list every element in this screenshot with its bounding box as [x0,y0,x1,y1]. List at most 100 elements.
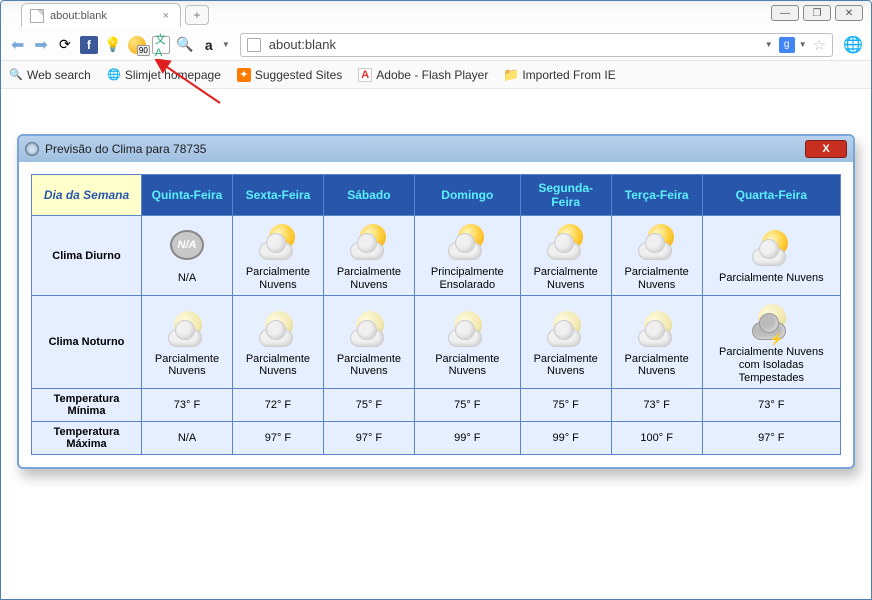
bookmark-label: Adobe - Flash Player [376,68,488,82]
temp-cell: 73° F [702,389,840,422]
folder-icon: 📁 [504,68,518,82]
temp-cell: 72° F [232,389,323,422]
column-header-day: Sábado [323,175,414,216]
column-header-day: Sexta-Feira [232,175,323,216]
tab-close-button[interactable]: × [160,10,172,22]
forecast-cell: Parcialmente Nuvens [323,296,414,389]
night-cloudy-icon [348,311,390,349]
forecast-cell: Parcialmente Nuvens [232,296,323,389]
temp-cell: 75° F [323,389,414,422]
search-icon: 🔍 [9,68,23,82]
temp-cell: 97° F [702,422,840,455]
address-bar[interactable]: ▼ g ▼ ☆ [240,33,833,57]
window-close-button[interactable]: ✕ [835,5,863,21]
row-label: Clima Diurno [32,216,142,296]
page-icon [30,9,44,23]
forecast-cell: Parcialmente Nuvens [611,296,702,389]
popup-close-button[interactable]: X [805,140,847,158]
weather-badge: 90 [137,45,150,56]
weather-toolbar-button[interactable]: 90 [128,36,146,54]
lightbulb-icon[interactable]: 💡 [104,36,122,54]
temp-cell: 97° F [232,422,323,455]
forward-button[interactable]: ➡ [32,35,49,55]
bookmark-label: Slimjet homepage [125,68,221,82]
partly-cloudy-icon [257,224,299,262]
forecast-cell: Parcialmente Nuvens [142,296,233,389]
forecast-table: Dia da Semana Quinta-Feira Sexta-Feira S… [31,174,841,455]
address-input[interactable] [267,36,761,53]
forecast-cell: Principalmente Ensolarado [414,216,520,296]
temp-cell: 100° F [611,422,702,455]
forecast-cell: N/AN/A [142,216,233,296]
forecast-cell: Parcialmente Nuvens [414,296,520,389]
new-tab-button[interactable]: + [185,5,209,25]
popup-app-icon [25,142,39,156]
mostly-sunny-icon [446,224,488,262]
temp-cell: N/A [142,422,233,455]
temp-cell: 75° F [520,389,611,422]
bookmark-web-search[interactable]: 🔍 Web search [9,68,91,82]
column-header-day: Domingo [414,175,520,216]
row-label: Temperatura Máxima [32,422,142,455]
partly-cloudy-icon [750,230,792,268]
temp-cell: 75° F [414,389,520,422]
globe-icon: 🌐 [107,68,121,82]
na-icon: N/A [170,230,204,260]
row-label: Clima Noturno [32,296,142,389]
bookmark-suggested[interactable]: ✦ Suggested Sites [237,68,342,82]
translate-icon[interactable]: 文A [152,36,170,54]
bookmark-label: Suggested Sites [255,68,342,82]
row-temp-max: Temperatura Máxima N/A 97° F 97° F 99° F… [32,422,841,455]
weather-popup: Previsão do Clima para 78735 X Dia da Se… [17,134,855,469]
night-cloudy-icon [446,311,488,349]
zoom-icon[interactable]: 🔍 [176,36,194,54]
partly-cloudy-icon [348,224,390,262]
dropdown-icon[interactable]: ▼ [222,40,230,49]
facebook-icon[interactable]: f [80,36,98,54]
night-cloudy-icon [545,311,587,349]
partly-cloudy-icon [545,224,587,262]
forecast-cell: Parcialmente Nuvens [520,216,611,296]
partly-cloudy-icon [636,224,678,262]
back-button[interactable]: ⬅ [9,35,26,55]
column-header-day: Segunda-Feira [520,175,611,216]
column-header-day: Quarta-Feira [702,175,840,216]
night-cloudy-icon [636,311,678,349]
forecast-cell: Parcialmente Nuvens [520,296,611,389]
bookmark-star-icon[interactable]: ☆ [813,36,826,54]
suggested-icon: ✦ [237,68,251,82]
row-label: Temperatura Mínima [32,389,142,422]
temp-cell: 73° F [142,389,233,422]
temp-cell: 73° F [611,389,702,422]
column-header-day: Quinta-Feira [142,175,233,216]
bookmark-imported[interactable]: 📁 Imported From IE [504,68,615,82]
bookmark-label: Imported From IE [522,68,615,82]
search-engine-dropdown-icon[interactable]: ▼ [799,40,807,49]
tab-title: about:blank [50,10,107,22]
bookmark-label: Web search [27,68,91,82]
address-dropdown-icon[interactable]: ▼ [765,40,773,49]
temp-cell: 99° F [520,422,611,455]
browser-tab[interactable]: about:blank × [21,3,181,27]
reload-button[interactable]: ⟳ [56,36,74,54]
row-clima-diurno: Clima Diurno N/AN/A Parcialmente Nuvens … [32,216,841,296]
forecast-cell: Parcialmente Nuvens [702,216,840,296]
adobe-icon: A [358,68,372,82]
forecast-cell: Parcialmente Nuvens [323,216,414,296]
minimize-button[interactable]: — [771,5,799,21]
globe-icon[interactable]: 🌐 [843,35,863,55]
row-temp-min: Temperatura Mínima 73° F 72° F 75° F 75°… [32,389,841,422]
storm-icon [750,304,792,342]
row-clima-noturno: Clima Noturno Parcialmente Nuvens Parcia… [32,296,841,389]
night-cloudy-icon [166,311,208,349]
popup-title-text: Previsão do Clima para 78735 [45,142,206,156]
forecast-cell: Parcialmente Nuvens [611,216,702,296]
amazon-icon[interactable]: a [200,36,218,54]
google-search-icon[interactable]: g [779,37,795,53]
column-header-day: Terça-Feira [611,175,702,216]
bookmark-slimjet[interactable]: 🌐 Slimjet homepage [107,68,221,82]
maximize-button[interactable]: ❐ [803,5,831,21]
forecast-cell: Parcialmente Nuvens com Isoladas Tempest… [702,296,840,389]
bookmark-adobe[interactable]: A Adobe - Flash Player [358,68,488,82]
temp-cell: 97° F [323,422,414,455]
